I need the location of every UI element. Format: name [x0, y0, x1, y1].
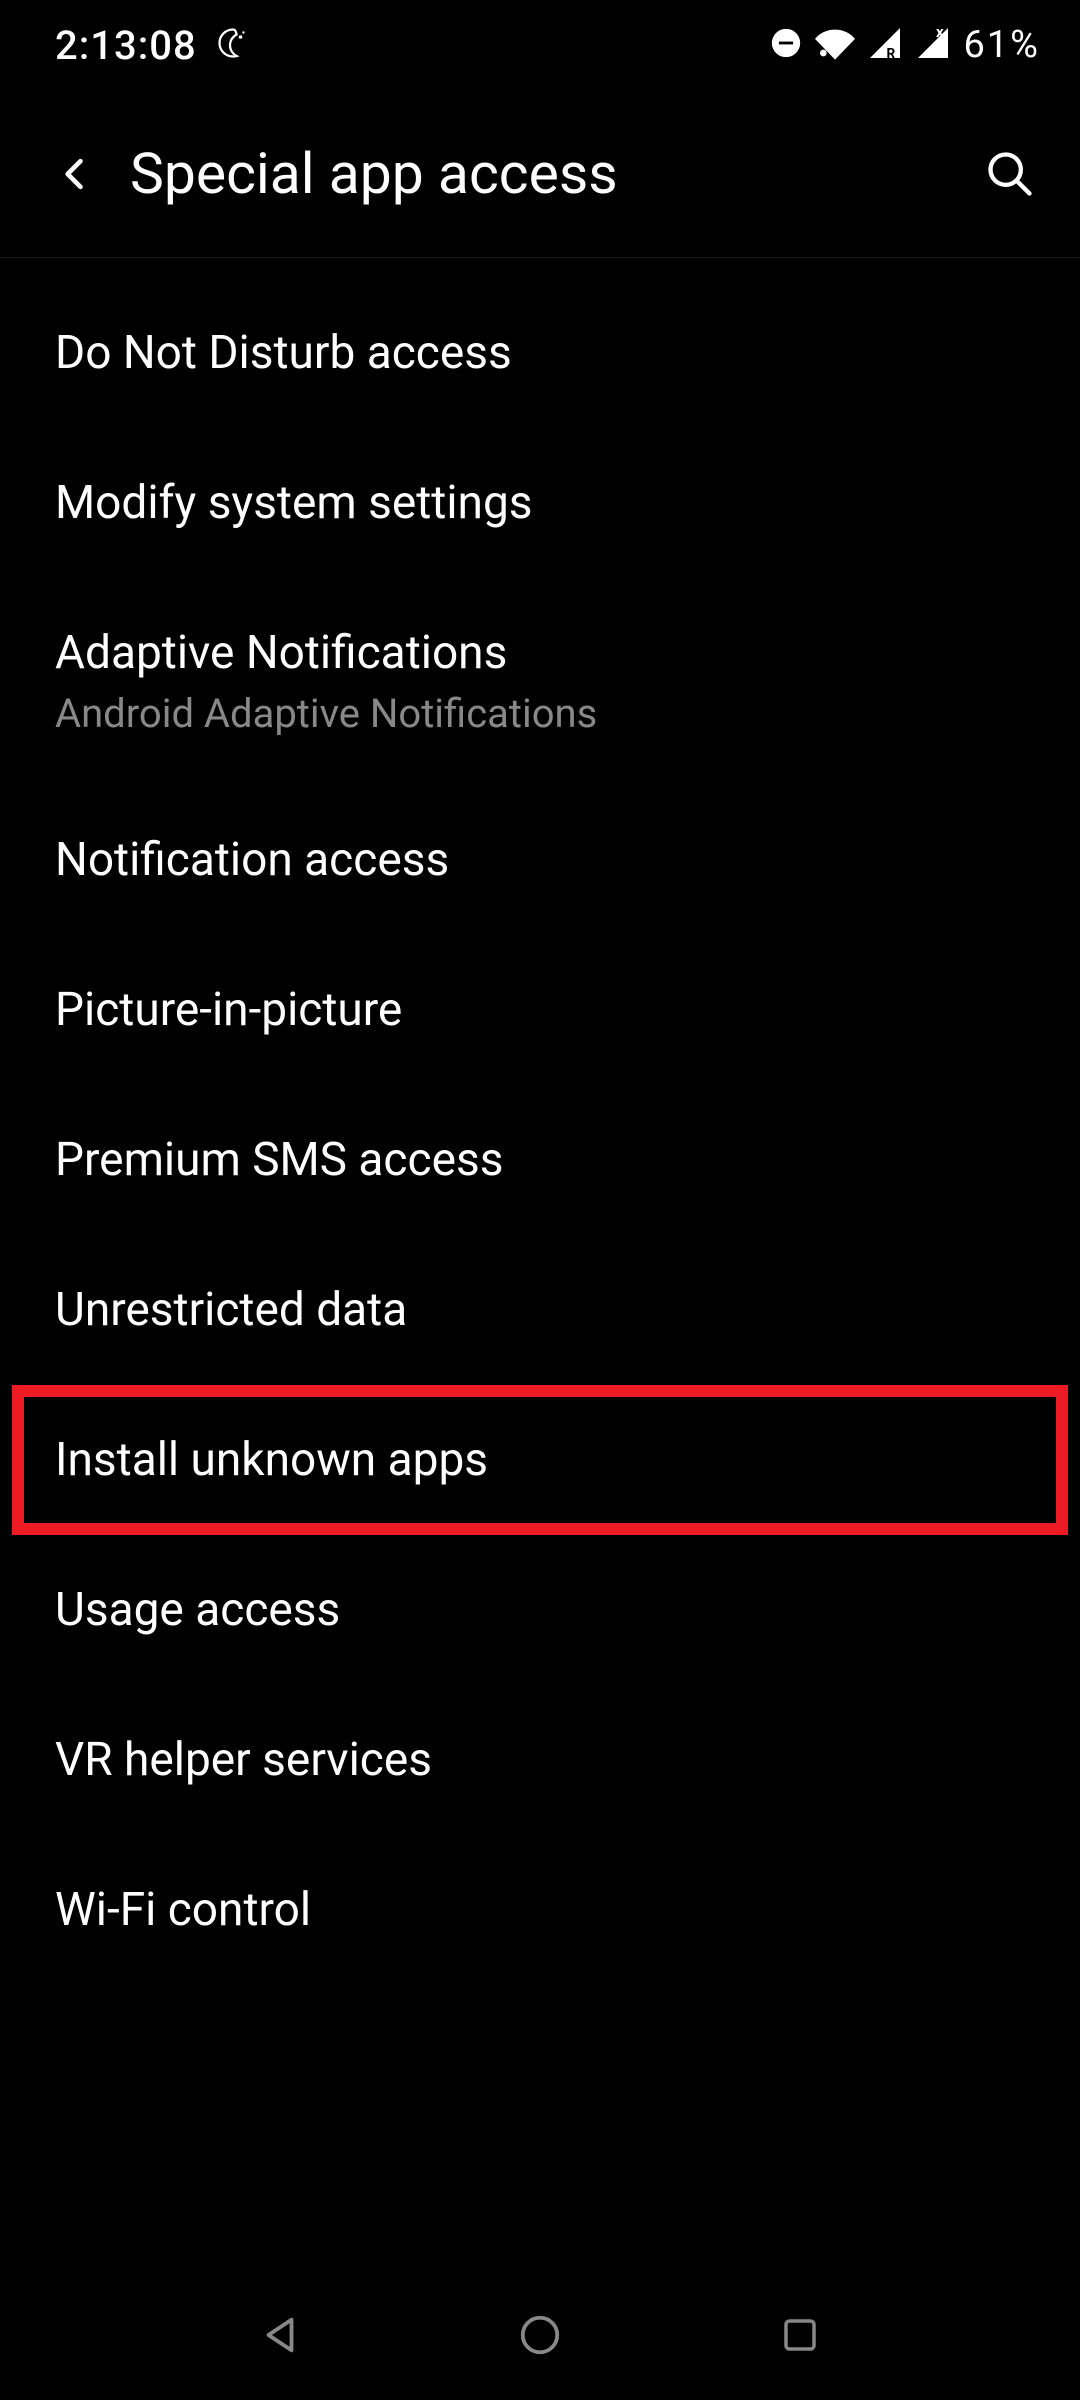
item-label: Wi-Fi control: [55, 1883, 1025, 1937]
status-bar: 2:13:08 R: [0, 0, 1080, 90]
list-item-premium-sms[interactable]: Premium SMS access: [0, 1085, 1080, 1235]
page-title: Special app access: [130, 140, 980, 207]
list-item-modify-system[interactable]: Modify system settings: [0, 428, 1080, 578]
list-item-vr-helper[interactable]: VR helper services: [0, 1685, 1080, 1835]
content-list: Do Not Disturb access Modify system sett…: [0, 258, 1080, 1985]
battery-percentage: 61%: [963, 23, 1040, 67]
nav-home-icon: [517, 2312, 563, 2358]
app-bar: Special app access: [0, 90, 1080, 258]
list-item-install-unknown-apps[interactable]: Install unknown apps: [12, 1385, 1068, 1535]
night-mode-icon: [215, 25, 251, 65]
nav-back-icon: [257, 2312, 303, 2358]
list-item-unrestricted-data[interactable]: Unrestricted data: [0, 1235, 1080, 1385]
svg-text:R: R: [887, 46, 896, 61]
item-sublabel: Android Adaptive Notifications: [55, 690, 1025, 737]
nav-back-button[interactable]: [240, 2295, 320, 2375]
item-label: Install unknown apps: [55, 1433, 1025, 1487]
list-item-wifi-control[interactable]: Wi-Fi control: [0, 1835, 1080, 1985]
item-label: Modify system settings: [55, 476, 1025, 530]
item-label: Picture-in-picture: [55, 983, 1025, 1037]
signal-icon-1: R: [867, 25, 903, 65]
wifi-icon: [815, 23, 855, 67]
list-item-notification-access[interactable]: Notification access: [0, 785, 1080, 935]
item-label: Notification access: [55, 833, 1025, 887]
dnd-icon: [769, 26, 803, 64]
item-label: Do Not Disturb access: [55, 326, 1025, 380]
list-item-dnd-access[interactable]: Do Not Disturb access: [0, 278, 1080, 428]
item-label: Adaptive Notifications: [55, 626, 1025, 680]
back-button[interactable]: [45, 144, 105, 204]
search-button[interactable]: [980, 144, 1040, 204]
navigation-bar: [0, 2270, 1080, 2400]
list-item-picture-in-picture[interactable]: Picture-in-picture: [0, 935, 1080, 1085]
status-time: 2:13:08: [55, 22, 197, 69]
item-label: Usage access: [55, 1583, 1025, 1637]
nav-recent-button[interactable]: [760, 2295, 840, 2375]
list-item-usage-access[interactable]: Usage access: [0, 1535, 1080, 1685]
svg-text:x: x: [936, 25, 944, 41]
item-label: Premium SMS access: [55, 1133, 1025, 1187]
search-icon: [984, 148, 1036, 200]
chevron-left-icon: [53, 152, 97, 196]
signal-icon-2: x: [915, 25, 951, 65]
item-label: VR helper services: [55, 1733, 1025, 1787]
nav-recent-icon: [779, 2314, 821, 2356]
list-item-adaptive-notifications[interactable]: Adaptive Notifications Android Adaptive …: [0, 578, 1080, 785]
status-left: 2:13:08: [55, 22, 251, 69]
nav-home-button[interactable]: [500, 2295, 580, 2375]
item-label: Unrestricted data: [55, 1283, 1025, 1337]
status-right: R x 61%: [769, 23, 1040, 67]
